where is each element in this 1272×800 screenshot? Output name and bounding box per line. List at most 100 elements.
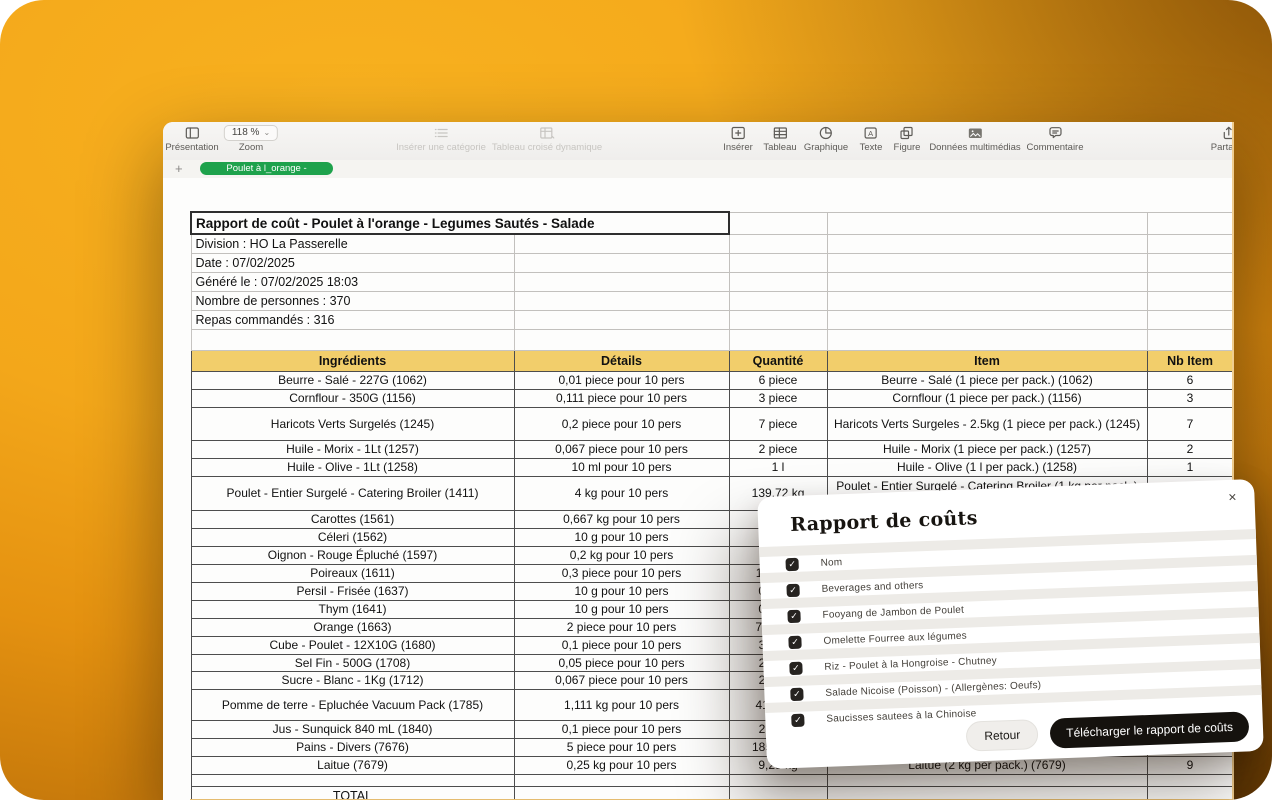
cell[interactable]: 7 piece	[729, 408, 827, 441]
cell[interactable]: 10 g pour 10 pers	[514, 601, 729, 619]
insert-button[interactable]: Insérer	[723, 125, 753, 153]
cell[interactable]: 0,01 piece pour 10 pers	[514, 372, 729, 390]
empty-cell[interactable]	[827, 311, 1147, 330]
cell[interactable]: 0,067 piece pour 10 pers	[514, 672, 729, 690]
checkbox-checked-icon[interactable]: ✓	[787, 609, 800, 622]
cell[interactable]: Poulet - Entier Surgelé - Catering Broil…	[191, 477, 514, 511]
cell[interactable]: Persil - Frisée (1637)	[191, 583, 514, 601]
empty-cell[interactable]	[827, 212, 1147, 234]
checkbox-checked-icon[interactable]: ✓	[785, 557, 798, 570]
download-button[interactable]: Télécharger le rapport de coûts	[1050, 711, 1250, 748]
empty-cell[interactable]	[729, 787, 827, 800]
total-label-cell[interactable]: TOTAL	[191, 787, 514, 800]
empty-cell[interactable]	[729, 311, 827, 330]
empty-cell[interactable]	[514, 775, 729, 787]
empty-cell[interactable]	[827, 330, 1147, 351]
cell[interactable]: Laitue (7679)	[191, 757, 514, 775]
cell[interactable]: Orange (1663)	[191, 619, 514, 637]
column-header[interactable]: Item	[827, 351, 1147, 372]
column-header[interactable]: Ingrédients	[191, 351, 514, 372]
checkbox-checked-icon[interactable]: ✓	[786, 583, 799, 596]
empty-cell[interactable]	[514, 787, 729, 800]
cell[interactable]: 6 piece	[729, 372, 827, 390]
chart-button[interactable]: Graphique	[804, 125, 848, 153]
cell[interactable]: Huile - Morix - 1Lt (1257)	[191, 441, 514, 459]
empty-cell[interactable]	[1147, 775, 1233, 787]
cell[interactable]: Pomme de terre - Epluchée Vacuum Pack (1…	[191, 690, 514, 721]
empty-cell[interactable]	[729, 330, 827, 351]
empty-cell[interactable]	[729, 254, 827, 273]
empty-cell[interactable]	[827, 775, 1147, 787]
cell[interactable]: Poireaux (1611)	[191, 565, 514, 583]
checkbox-checked-icon[interactable]: ✓	[789, 661, 802, 674]
checkbox-checked-icon[interactable]: ✓	[790, 687, 803, 700]
cell[interactable]: 0,1 piece pour 10 pers	[514, 721, 729, 739]
empty-cell[interactable]	[827, 234, 1147, 254]
table-button[interactable]: Tableau	[763, 125, 796, 153]
empty-cell[interactable]	[1147, 254, 1233, 273]
add-sheet-button[interactable]: +	[175, 161, 183, 176]
info-cell[interactable]: Repas commandés : 316	[191, 311, 514, 330]
empty-cell[interactable]	[1147, 311, 1233, 330]
cell[interactable]: Haricots Verts Surgeles - 2.5kg (1 piece…	[827, 408, 1147, 441]
cell[interactable]: 0,667 kg pour 10 pers	[514, 511, 729, 529]
column-header[interactable]: Détails	[514, 351, 729, 372]
comment-button[interactable]: Commentaire	[1026, 125, 1083, 153]
cell[interactable]: 2	[1147, 441, 1233, 459]
cell[interactable]: Huile - Olive (1 l per pack.) (1258)	[827, 459, 1147, 477]
cell[interactable]: 1	[1147, 459, 1233, 477]
empty-cell[interactable]	[827, 273, 1147, 292]
cell[interactable]: 0,2 kg pour 10 pers	[514, 547, 729, 565]
empty-cell[interactable]	[514, 254, 729, 273]
cell[interactable]: Céleri (1562)	[191, 529, 514, 547]
cell[interactable]: 0,2 piece pour 10 pers	[514, 408, 729, 441]
back-button[interactable]: Retour	[966, 719, 1039, 752]
empty-cell[interactable]	[514, 330, 729, 351]
column-header[interactable]: Quantité	[729, 351, 827, 372]
empty-cell[interactable]	[1147, 787, 1233, 800]
empty-cell[interactable]	[1147, 330, 1233, 351]
cell[interactable]: Cornflour - 350G (1156)	[191, 390, 514, 408]
column-header[interactable]: Nb Item	[1147, 351, 1233, 372]
empty-cell[interactable]	[1147, 292, 1233, 311]
empty-cell[interactable]	[729, 212, 827, 234]
cell[interactable]: 10 g pour 10 pers	[514, 529, 729, 547]
info-cell[interactable]: Généré le : 07/02/2025 18:03	[191, 273, 514, 292]
cell[interactable]: 1,111 kg pour 10 pers	[514, 690, 729, 721]
cell[interactable]: 2 piece pour 10 pers	[514, 619, 729, 637]
cell[interactable]: 2 piece	[729, 441, 827, 459]
cell[interactable]: 10 ml pour 10 pers	[514, 459, 729, 477]
cell[interactable]: 0,1 piece pour 10 pers	[514, 637, 729, 655]
checkbox-checked-icon[interactable]: ✓	[788, 635, 801, 648]
empty-cell[interactable]	[1147, 234, 1233, 254]
empty-cell[interactable]	[1147, 273, 1233, 292]
empty-cell[interactable]	[191, 330, 514, 351]
cell[interactable]: Huile - Morix (1 piece per pack.) (1257)	[827, 441, 1147, 459]
empty-cell[interactable]	[1147, 212, 1233, 234]
cell[interactable]: Cube - Poulet - 12X10G (1680)	[191, 637, 514, 655]
presentation-button[interactable]: Présentation	[165, 125, 218, 153]
cell[interactable]: 7	[1147, 408, 1233, 441]
cell[interactable]: 0,05 piece pour 10 pers	[514, 655, 729, 672]
cell[interactable]: 0,111 piece pour 10 pers	[514, 390, 729, 408]
empty-cell[interactable]	[827, 787, 1147, 800]
cell[interactable]: Beurre - Salé - 227G (1062)	[191, 372, 514, 390]
empty-cell[interactable]	[729, 775, 827, 787]
cell[interactable]: Haricots Verts Surgelés (1245)	[191, 408, 514, 441]
info-cell[interactable]: Division : HO La Passerelle	[191, 234, 514, 254]
cell[interactable]: Jus - Sunquick 840 mL (1840)	[191, 721, 514, 739]
cell[interactable]: 0,067 piece pour 10 pers	[514, 441, 729, 459]
empty-cell[interactable]	[514, 292, 729, 311]
empty-cell[interactable]	[827, 292, 1147, 311]
cell[interactable]: Sucre - Blanc - 1Kg (1712)	[191, 672, 514, 690]
info-cell[interactable]: Date : 07/02/2025	[191, 254, 514, 273]
empty-cell[interactable]	[729, 273, 827, 292]
cell[interactable]: 3 piece	[729, 390, 827, 408]
share-button[interactable]: Partager	[1211, 125, 1234, 153]
checkbox-checked-icon[interactable]: ✓	[791, 713, 804, 726]
cell[interactable]: 6	[1147, 372, 1233, 390]
empty-cell[interactable]	[514, 311, 729, 330]
empty-cell[interactable]	[514, 234, 729, 254]
empty-cell[interactable]	[191, 775, 514, 787]
cell[interactable]: Sel Fin - 500G (1708)	[191, 655, 514, 672]
